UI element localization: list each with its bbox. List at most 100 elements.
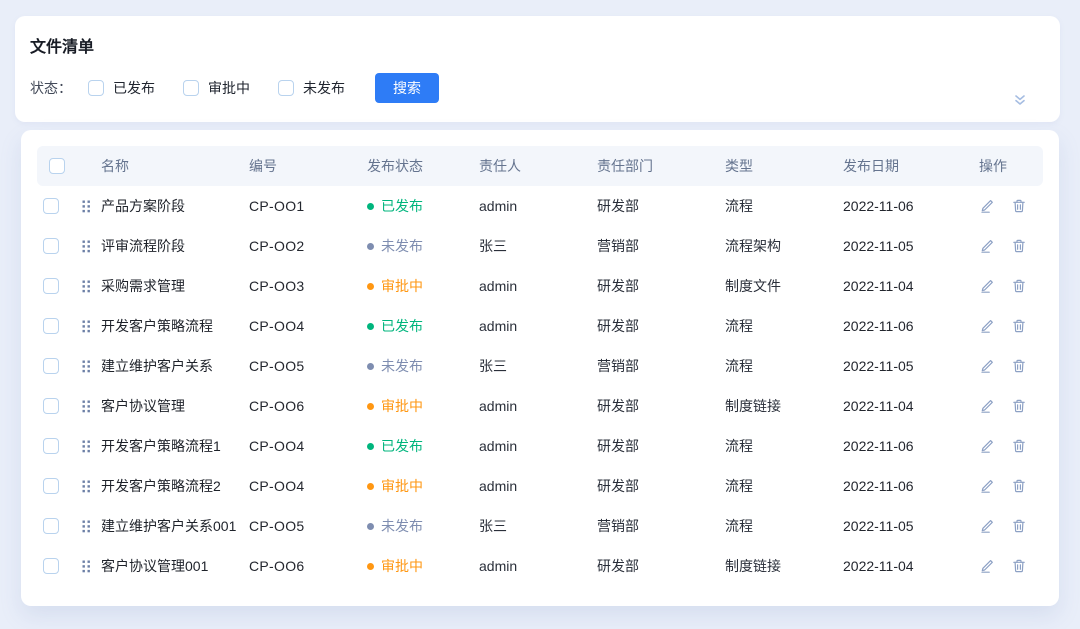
status-badge: 已发布 — [367, 436, 423, 456]
file-type: 流程 — [719, 196, 837, 216]
edit-button[interactable] — [979, 198, 995, 214]
file-type: 流程 — [719, 436, 837, 456]
status-text: 已发布 — [381, 316, 423, 336]
row-checkbox[interactable] — [43, 478, 59, 494]
status-text: 已发布 — [381, 196, 423, 216]
table-row: 客户协议管理001 CP-OO6 审批中 admin 研发部 制度链接 2022… — [37, 546, 1043, 586]
header-checkbox-cell — [37, 158, 71, 174]
drag-handle-icon[interactable] — [71, 560, 95, 573]
row-checkbox[interactable] — [43, 398, 59, 414]
status-text: 审批中 — [381, 556, 423, 576]
edit-button[interactable] — [979, 438, 995, 454]
row-checkbox[interactable] — [43, 438, 59, 454]
status-badge: 已发布 — [367, 316, 423, 336]
col-header-owner: 责任人 — [473, 156, 591, 176]
drag-handle-icon[interactable] — [71, 400, 95, 413]
status-dot-icon — [367, 323, 374, 330]
delete-button[interactable] — [1011, 238, 1027, 254]
file-type: 制度链接 — [719, 556, 837, 576]
edit-button[interactable] — [979, 478, 995, 494]
table-row: 评审流程阶段 CP-OO2 未发布 张三 营销部 流程架构 2022-11-05 — [37, 226, 1043, 266]
row-checkbox[interactable] — [43, 558, 59, 574]
status-badge: 审批中 — [367, 556, 423, 576]
edit-button[interactable] — [979, 398, 995, 414]
drag-handle-icon[interactable] — [71, 480, 95, 493]
drag-handle-icon[interactable] — [71, 240, 95, 253]
status-text: 审批中 — [381, 396, 423, 416]
owner: admin — [473, 318, 591, 334]
row-checkbox[interactable] — [43, 278, 59, 294]
col-header-dept: 责任部门 — [591, 156, 719, 176]
status-dot-icon — [367, 563, 374, 570]
delete-button[interactable] — [1011, 478, 1027, 494]
edit-button[interactable] — [979, 358, 995, 374]
status-badge: 未发布 — [367, 516, 423, 536]
publish-date: 2022-11-06 — [837, 438, 973, 454]
delete-button[interactable] — [1011, 318, 1027, 334]
owner: admin — [473, 558, 591, 574]
row-actions — [973, 238, 1043, 254]
row-checkbox[interactable] — [43, 358, 59, 374]
status-checkbox-label: 未发布 — [303, 78, 345, 98]
file-type: 流程 — [719, 476, 837, 496]
status-badge: 已发布 — [367, 196, 423, 216]
status-checkbox[interactable] — [88, 80, 104, 96]
filter-card: 文件清单 状态： 已发布 审批中 未发布 搜索 — [15, 16, 1060, 122]
row-actions — [973, 198, 1043, 214]
file-type: 流程 — [719, 516, 837, 536]
file-type: 流程架构 — [719, 236, 837, 256]
edit-button[interactable] — [979, 318, 995, 334]
status-checkbox[interactable] — [278, 80, 294, 96]
collapse-double-chevron-icon[interactable] — [1012, 92, 1028, 108]
drag-handle-icon[interactable] — [71, 320, 95, 333]
status-filter-option[interactable]: 未发布 — [278, 78, 345, 98]
edit-button[interactable] — [979, 278, 995, 294]
delete-button[interactable] — [1011, 558, 1027, 574]
edit-button[interactable] — [979, 558, 995, 574]
drag-handle-icon[interactable] — [71, 360, 95, 373]
drag-handle-icon[interactable] — [71, 520, 95, 533]
table-row: 开发客户策略流程1 CP-OO4 已发布 admin 研发部 流程 2022-1… — [37, 426, 1043, 466]
owner: admin — [473, 478, 591, 494]
delete-button[interactable] — [1011, 278, 1027, 294]
col-header-name: 名称 — [95, 156, 243, 176]
drag-handle-icon[interactable] — [71, 440, 95, 453]
file-name: 开发客户策略流程 — [95, 316, 243, 336]
select-all-checkbox[interactable] — [49, 158, 65, 174]
file-name: 客户协议管理001 — [95, 556, 243, 576]
row-checkbox[interactable] — [43, 238, 59, 254]
file-code: CP-OO4 — [243, 478, 361, 494]
delete-button[interactable] — [1011, 198, 1027, 214]
file-name: 开发客户策略流程2 — [95, 476, 243, 496]
delete-button[interactable] — [1011, 518, 1027, 534]
status-filter-option[interactable]: 已发布 — [88, 78, 155, 98]
file-type: 制度文件 — [719, 276, 837, 296]
owner: 张三 — [473, 356, 591, 376]
table-row: 开发客户策略流程2 CP-OO4 审批中 admin 研发部 流程 2022-1… — [37, 466, 1043, 506]
status-dot-icon — [367, 403, 374, 410]
drag-handle-icon[interactable] — [71, 280, 95, 293]
drag-handle-icon[interactable] — [71, 200, 95, 213]
row-actions — [973, 278, 1043, 294]
table-row: 采购需求管理 CP-OO3 审批中 admin 研发部 制度文件 2022-11… — [37, 266, 1043, 306]
file-type: 流程 — [719, 356, 837, 376]
row-checkbox[interactable] — [43, 318, 59, 334]
row-actions — [973, 518, 1043, 534]
edit-button[interactable] — [979, 238, 995, 254]
search-button[interactable]: 搜索 — [375, 73, 439, 103]
row-checkbox[interactable] — [43, 198, 59, 214]
publish-date: 2022-11-04 — [837, 558, 973, 574]
status-filter-option[interactable]: 审批中 — [183, 78, 250, 98]
row-actions — [973, 438, 1043, 454]
status-dot-icon — [367, 523, 374, 530]
delete-button[interactable] — [1011, 438, 1027, 454]
row-checkbox[interactable] — [43, 518, 59, 534]
file-code: CP-OO6 — [243, 558, 361, 574]
edit-button[interactable] — [979, 518, 995, 534]
department: 研发部 — [591, 196, 719, 216]
status-checkbox[interactable] — [183, 80, 199, 96]
delete-button[interactable] — [1011, 398, 1027, 414]
delete-button[interactable] — [1011, 358, 1027, 374]
file-code: CP-OO3 — [243, 278, 361, 294]
status-badge: 审批中 — [367, 476, 423, 496]
